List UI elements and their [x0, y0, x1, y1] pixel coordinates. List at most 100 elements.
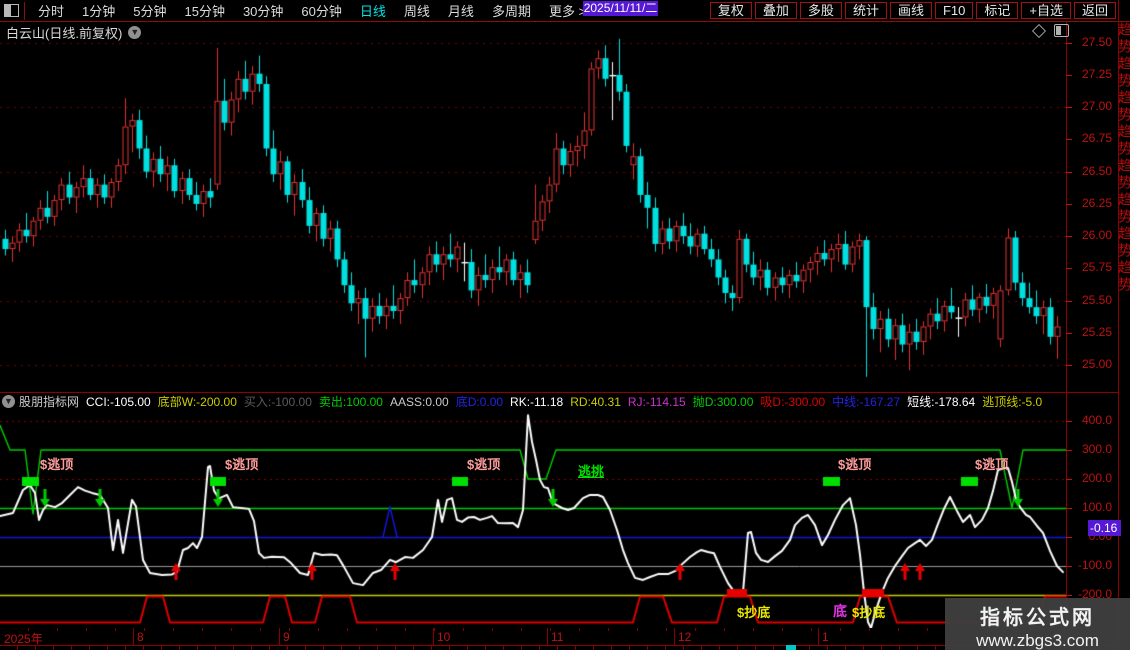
- di-signal-label: 底: [833, 601, 847, 621]
- tab-1分钟[interactable]: 1分钟: [73, 4, 124, 19]
- chevron-down-icon[interactable]: ▼: [2, 395, 15, 408]
- toolbar-divider: [24, 2, 25, 20]
- panel-divider-line: [0, 392, 1118, 393]
- year-label: 2025年: [4, 630, 43, 647]
- tab-月线[interactable]: 月线: [439, 4, 483, 19]
- indicator-cursor-value: -0.16: [1088, 520, 1121, 536]
- button-+自选[interactable]: +自选: [1021, 2, 1071, 19]
- indicator-tick: [1066, 537, 1072, 538]
- period-tabs: 分时1分钟5分钟15分钟30分钟60分钟日线周线月线多周期更多 >: [29, 1, 595, 21]
- button-多股[interactable]: 多股: [800, 2, 842, 19]
- date-divider: [433, 628, 434, 645]
- taoding-signal-label: $逃顶: [40, 454, 73, 473]
- tab-多周期[interactable]: 多周期: [483, 4, 540, 19]
- price-tick: [1066, 43, 1072, 44]
- button-返回[interactable]: 返回: [1074, 2, 1116, 19]
- button-F10[interactable]: F10: [935, 2, 973, 19]
- indicator-source[interactable]: 股朋指标网: [19, 394, 79, 409]
- date-divider: [547, 628, 548, 645]
- price-label: 26.75: [1066, 131, 1112, 145]
- indicator-tick: [1066, 508, 1072, 509]
- month-label-8: 8: [137, 630, 144, 644]
- indicator-label: 200.0: [1066, 471, 1112, 485]
- price-tick: [1066, 268, 1072, 269]
- tao-signal-label: 逃挑: [578, 461, 604, 480]
- price-tick: [1066, 75, 1072, 76]
- indicator-value-底部W: 底部W:-200.00: [158, 394, 237, 409]
- diamond-icon[interactable]: [1032, 23, 1046, 37]
- chaodi-signal-label: $抄底: [737, 602, 770, 621]
- price-tick: [1066, 107, 1072, 108]
- indicator-value-CCI: CCI:-105.00: [86, 395, 151, 409]
- button-画线[interactable]: 画线: [890, 2, 932, 19]
- indicator-tick: [1066, 595, 1072, 596]
- button-复权[interactable]: 复权: [710, 2, 752, 19]
- watermark-url: www.zbgs3.com: [945, 631, 1130, 650]
- tab-5分钟[interactable]: 5分钟: [124, 4, 175, 19]
- app-window: 分时1分钟5分钟15分钟30分钟60分钟日线周线月线多周期更多 > 复权叠加多股…: [0, 0, 1130, 650]
- date-divider: [818, 628, 819, 645]
- price-tick: [1066, 365, 1072, 366]
- date-ticks: [0, 628, 1066, 631]
- indicator-label: 300.0: [1066, 442, 1112, 456]
- month-label-12: 12: [678, 630, 691, 644]
- watermark: 指标公式网 www.zbgs3.com: [945, 598, 1130, 650]
- indicator-label: -100.0: [1066, 558, 1112, 572]
- main-chart-canvas[interactable]: [0, 22, 1066, 392]
- pane-split-icon[interactable]: [1054, 24, 1069, 37]
- tab-30分钟[interactable]: 30分钟: [234, 4, 292, 19]
- taoding-signal-label: $逃顶: [225, 454, 258, 473]
- price-label: 25.50: [1066, 293, 1112, 307]
- indicator-value-RD: RD:40.31: [570, 395, 621, 409]
- chevron-down-icon[interactable]: ▼: [128, 26, 141, 39]
- price-tick: [1066, 333, 1072, 334]
- price-label: 27.25: [1066, 67, 1112, 81]
- chart-title-row: 白云山(日线.前复权) ▼: [6, 24, 141, 40]
- indicator-value-AASS: AASS:0.00: [390, 395, 449, 409]
- indicator-value-RJ: RJ:-114.15: [628, 395, 686, 409]
- month-label-1: 1: [822, 630, 829, 644]
- price-tick: [1066, 172, 1072, 173]
- tab-15分钟[interactable]: 15分钟: [175, 4, 233, 19]
- indicator-value-卖出: 卖出:100.00: [319, 394, 383, 409]
- price-label: 25.00: [1066, 357, 1112, 371]
- indicator-value-中线: 中线:-167.27: [832, 394, 900, 409]
- price-tick: [1066, 301, 1072, 302]
- price-label: 25.25: [1066, 325, 1112, 339]
- price-label: 27.50: [1066, 35, 1112, 49]
- chart-corner-icons: [1034, 24, 1069, 37]
- indicator-value-买入: 买入:-100.00: [244, 394, 312, 409]
- indicator-tick: [1066, 450, 1072, 451]
- button-标记[interactable]: 标记: [976, 2, 1018, 19]
- indicator-value-抛D: 抛D:300.00: [693, 394, 754, 409]
- price-label: 26.50: [1066, 164, 1112, 178]
- price-label: 26.25: [1066, 196, 1112, 210]
- price-label: 27.00: [1066, 99, 1112, 113]
- taoding-signal-label: $逃顶: [838, 454, 871, 473]
- indicator-canvas[interactable]: [0, 392, 1066, 628]
- month-label-9: 9: [283, 630, 290, 644]
- timeline-thumb[interactable]: [786, 645, 796, 650]
- toolbar-right-buttons: 复权叠加多股统计画线F10标记+自选返回: [707, 2, 1130, 19]
- chaodi-signal-label: $抄底: [852, 602, 885, 621]
- indicator-tick: [1066, 421, 1072, 422]
- taoding-signal-label: $逃顶: [975, 454, 1008, 473]
- indicator-value-底D: 底D:0.00: [456, 394, 503, 409]
- button-叠加[interactable]: 叠加: [755, 2, 797, 19]
- tab-周线[interactable]: 周线: [395, 4, 439, 19]
- stock-title: 白云山(日线.前复权): [6, 23, 122, 42]
- price-label: 25.75: [1066, 260, 1112, 274]
- layout-split-icon[interactable]: [4, 4, 19, 17]
- indicator-value-吸D: 吸D:-300.00: [760, 394, 825, 409]
- button-统计[interactable]: 统计: [845, 2, 887, 19]
- tab-日线[interactable]: 日线: [351, 4, 395, 19]
- indicator-label: 100.0: [1066, 500, 1112, 514]
- indicator-tick: [1066, 566, 1072, 567]
- price-label: 26.00: [1066, 228, 1112, 242]
- selected-date-badge: 2025/11/11/二: [583, 1, 658, 16]
- indicator-label: 400.0: [1066, 413, 1112, 427]
- indicator-value-逃顶线: 逃顶线:-5.0: [982, 394, 1042, 409]
- month-label-10: 10: [437, 630, 450, 644]
- tab-60分钟[interactable]: 60分钟: [292, 4, 350, 19]
- tab-分时[interactable]: 分时: [29, 4, 73, 19]
